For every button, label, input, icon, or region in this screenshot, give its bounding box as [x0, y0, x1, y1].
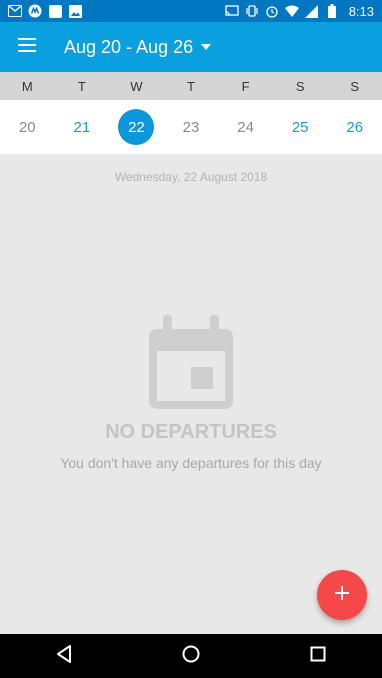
- image-icon: [68, 4, 82, 18]
- date-number: 23: [182, 118, 200, 136]
- date-number-selected: 22: [118, 109, 155, 145]
- weekday-header: M T W T F S S: [0, 72, 382, 100]
- weekday-label: F: [241, 78, 250, 94]
- home-icon: [182, 645, 200, 668]
- app-bar: Aug 20 - Aug 26: [0, 22, 382, 72]
- back-button[interactable]: [34, 634, 94, 678]
- square-app-icon: [48, 4, 62, 18]
- signal-icon: [305, 4, 319, 18]
- date-number: 24: [237, 118, 254, 136]
- weekday-label: S: [350, 78, 360, 94]
- plus-icon: [335, 585, 349, 605]
- date-cell-tue[interactable]: 21: [55, 100, 110, 154]
- date-number: 25: [291, 118, 309, 136]
- weekday-label: T: [77, 78, 86, 94]
- weekday-label: S: [295, 78, 305, 94]
- alarm-icon: [265, 4, 279, 18]
- clock-time: 8:13: [348, 3, 374, 19]
- empty-state-subtitle: You don't have any departures for this d…: [60, 455, 322, 471]
- cast-icon: [225, 4, 239, 18]
- week-range-selector[interactable]: Aug 20 - Aug 26: [64, 36, 212, 58]
- weekday-label: W: [130, 78, 143, 94]
- selected-date-label: Wednesday, 22 August 2018: [114, 170, 268, 184]
- date-number: 21: [73, 118, 91, 136]
- add-departure-button[interactable]: [317, 570, 367, 620]
- date-cell-fri[interactable]: 24: [218, 100, 273, 154]
- date-cell-sun[interactable]: 26: [327, 100, 382, 154]
- date-cell-wed[interactable]: 22: [109, 100, 164, 154]
- date-cell-sat[interactable]: 25: [273, 100, 328, 154]
- date-cell-mon[interactable]: 20: [0, 100, 55, 154]
- empty-state-title: NO DEPARTURES: [105, 421, 277, 443]
- date-number: 20: [18, 118, 36, 136]
- app-m-icon: [28, 4, 42, 18]
- system-nav-bar: [0, 634, 382, 678]
- weekday-label: T: [187, 78, 195, 94]
- date-number: 26: [346, 118, 364, 136]
- dropdown-arrow-icon: [201, 44, 212, 50]
- date-cell-thu[interactable]: 23: [164, 100, 219, 154]
- menu-button[interactable]: [0, 22, 56, 72]
- week-dates-row: 20 21 22 23 24 25 26: [0, 100, 382, 154]
- app-screen: 8:13 Aug 20 - Aug 26 M T W T F S S 20 21…: [0, 0, 382, 678]
- hamburger-icon: [18, 37, 38, 58]
- vibrate-icon: [245, 4, 259, 18]
- weekday-label: M: [21, 78, 33, 94]
- recents-button[interactable]: [288, 634, 348, 678]
- home-button[interactable]: [161, 634, 221, 678]
- gmail-icon: [8, 4, 22, 18]
- recents-icon: [310, 646, 326, 667]
- wifi-icon: [284, 4, 299, 18]
- status-bar: 8:13: [0, 0, 382, 22]
- week-range-title: Aug 20 - Aug 26: [64, 36, 194, 57]
- battery-icon: [325, 4, 339, 18]
- calendar-icon: [145, 315, 237, 411]
- back-icon: [56, 644, 72, 668]
